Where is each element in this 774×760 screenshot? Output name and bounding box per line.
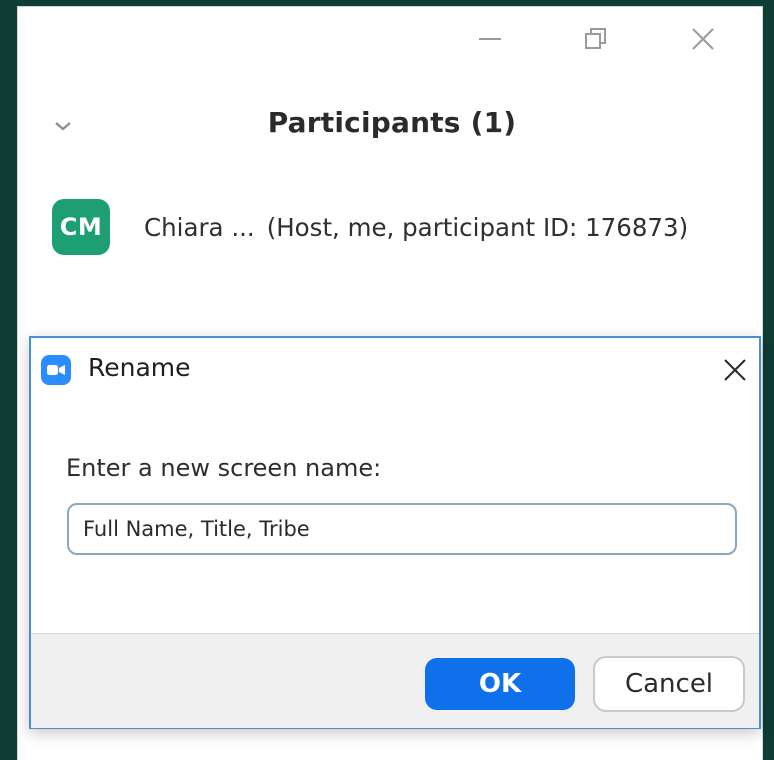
dialog-title: Rename xyxy=(88,353,191,382)
screen-name-input[interactable] xyxy=(67,503,737,555)
screen-name-label: Enter a new screen name: xyxy=(66,454,382,482)
dialog-footer: OK Cancel xyxy=(31,633,759,728)
zoom-camera-icon xyxy=(41,355,71,385)
participant-row[interactable]: CM Chiara ... (Host, me, participant ID: … xyxy=(52,197,752,257)
dialog-close-icon[interactable] xyxy=(715,350,755,390)
ok-button[interactable]: OK xyxy=(425,658,575,710)
minimize-icon[interactable] xyxy=(468,17,512,61)
close-icon[interactable] xyxy=(681,17,725,61)
restore-icon[interactable] xyxy=(574,17,618,61)
participant-details: (Host, me, participant ID: 176873) xyxy=(266,212,689,242)
participant-name: Chiara ... xyxy=(144,212,255,242)
cancel-button[interactable]: Cancel xyxy=(593,656,745,712)
participant-label: Chiara ... (Host, me, participant ID: 176… xyxy=(144,213,688,242)
rename-dialog: Rename Enter a new screen name: OK Cance… xyxy=(29,336,761,729)
avatar: CM xyxy=(52,199,110,255)
panel-title: Participants (1) xyxy=(267,106,517,139)
